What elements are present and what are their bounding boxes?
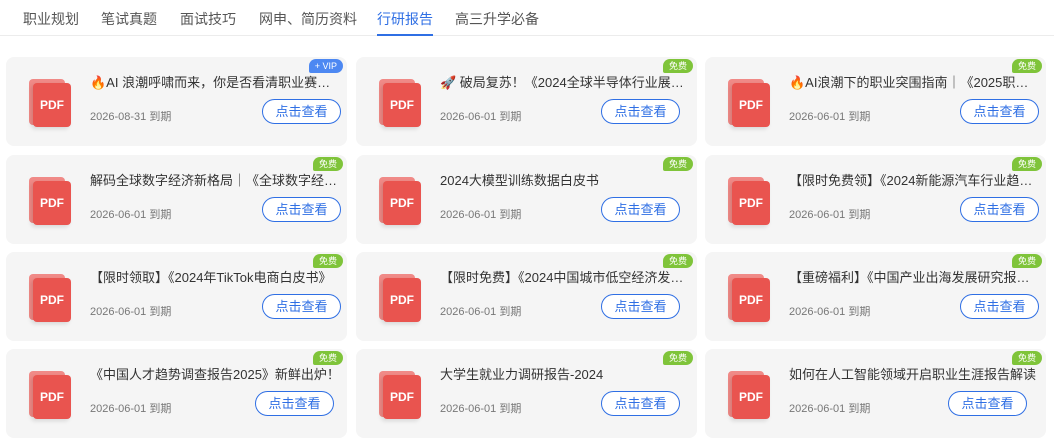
report-card[interactable]: PDF 2024大模型训练数据白皮书 2026-06-01 到期 点击查看 免费 [356, 155, 697, 244]
view-button[interactable]: 点击查看 [960, 294, 1039, 319]
pdf-file-icon: PDF [379, 274, 421, 322]
pdf-label: PDF [33, 83, 71, 127]
expiry-date: 2026-06-01 到期 [440, 209, 522, 221]
report-card[interactable]: PDF 🔥AI浪潮下的职业突围指南｜《2025职业发展报告》 2026-06-01 … [705, 57, 1046, 146]
pdf-label: PDF [33, 278, 71, 322]
report-title: 🚀 破局复苏！《2024全球半导体行业展望》 [440, 75, 690, 90]
free-badge: 免费 [1011, 254, 1042, 268]
report-title: 【限时免费领】《2024新能源汽车行业趋势报告》 [789, 173, 1039, 188]
free-badge: 免费 [662, 59, 693, 73]
pdf-file-icon: PDF [29, 371, 71, 419]
view-button[interactable]: 点击查看 [262, 294, 341, 319]
pdf-file-icon: PDF [29, 274, 71, 322]
free-badge: 免费 [662, 157, 693, 171]
view-button[interactable]: 点击查看 [948, 391, 1027, 416]
report-card[interactable]: PDF 🔥AI 浪潮呼啸而来，你是否看清职业赛道的变化 2026-08-31 到期 点… [6, 57, 347, 146]
expiry-date: 2026-06-01 到期 [789, 306, 871, 318]
expiry-date: 2026-06-01 到期 [90, 306, 172, 318]
report-title: 2024大模型训练数据白皮书 [440, 173, 599, 188]
report-title: 如何在人工智能领域开启职业生涯报告解读 [789, 367, 1037, 382]
report-title: 🔥AI 浪潮呼啸而来，你是否看清职业赛道的变化 [90, 75, 340, 90]
view-button[interactable]: 点击查看 [601, 391, 680, 416]
free-badge: 免费 [312, 157, 343, 171]
report-title: 【限时免费】《2024中国城市低空经济发展报告》 [440, 270, 690, 285]
expiry-date: 2026-06-01 到期 [90, 403, 172, 415]
free-badge: 免费 [1011, 157, 1042, 171]
view-button[interactable]: 点击查看 [601, 197, 680, 222]
report-card[interactable]: PDF 大学生就业力调研报告-2024 2026-06-01 到期 点击查看 免费 [356, 349, 697, 438]
pdf-label: PDF [732, 83, 770, 127]
view-button[interactable]: 点击查看 [255, 391, 334, 416]
report-card[interactable]: PDF 解码全球数字经济新格局｜《全球数字经济白皮书》 2026-06-01 到期 点… [6, 155, 347, 244]
expiry-date: 2026-06-01 到期 [90, 209, 172, 221]
report-card[interactable]: PDF 如何在人工智能领域开启职业生涯报告解读 2026-06-01 到期 点击查看 免… [705, 349, 1046, 438]
pdf-label: PDF [383, 375, 421, 419]
expiry-date: 2026-06-01 到期 [440, 111, 522, 123]
report-title: 《中国人才趋势调查报告2025》新鲜出炉！ [90, 367, 340, 382]
report-card[interactable]: PDF 【重磅福利】《中国产业出海发展研究报告》 2026-06-01 到期 点击查看… [705, 252, 1046, 341]
free-badge: 免费 [1011, 59, 1042, 73]
pdf-file-icon: PDF [29, 177, 71, 225]
pdf-file-icon: PDF [728, 177, 770, 225]
free-badge: 免费 [1011, 351, 1042, 365]
pdf-label: PDF [383, 278, 421, 322]
view-button[interactable]: 点击查看 [960, 197, 1039, 222]
view-button[interactable]: 点击查看 [262, 197, 341, 222]
pdf-file-icon: PDF [379, 79, 421, 127]
report-title: 解码全球数字经济新格局｜《全球数字经济白皮书》 [90, 173, 340, 188]
pdf-file-icon: PDF [29, 79, 71, 127]
report-title: 大学生就业力调研报告-2024 [440, 367, 604, 382]
view-button[interactable]: 点击查看 [601, 294, 680, 319]
report-title: 【重磅福利】《中国产业出海发展研究报告》 [789, 270, 1039, 285]
pdf-file-icon: PDF [728, 79, 770, 127]
report-card[interactable]: PDF 【限时免费】《2024中国城市低空经济发展报告》 2026-06-01 到期… [356, 252, 697, 341]
report-card[interactable]: PDF 【限时免费领】《2024新能源汽车行业趋势报告》 2026-06-01 到期… [705, 155, 1046, 244]
free-badge: 免费 [312, 351, 343, 365]
report-title: 【限时领取】《2024年TikTok电商白皮书》 [90, 270, 332, 285]
view-button[interactable]: 点击查看 [262, 99, 341, 124]
pdf-label: PDF [732, 375, 770, 419]
report-card[interactable]: PDF 【限时领取】《2024年TikTok电商白皮书》 2026-06-01 到期… [6, 252, 347, 341]
view-button[interactable]: 点击查看 [960, 99, 1039, 124]
expiry-date: 2026-06-01 到期 [789, 111, 871, 123]
expiry-date: 2026-08-31 到期 [90, 111, 172, 123]
expiry-date: 2026-06-01 到期 [440, 306, 522, 318]
pdf-label: PDF [33, 181, 71, 225]
report-card[interactable]: PDF 🚀 破局复苏！《2024全球半导体行业展望》 2026-06-01 到期 点击… [356, 57, 697, 146]
vip-badge: + VIP [308, 59, 343, 73]
view-button[interactable]: 点击查看 [601, 99, 680, 124]
expiry-date: 2026-06-01 到期 [440, 403, 522, 415]
pdf-file-icon: PDF [379, 177, 421, 225]
pdf-file-icon: PDF [728, 274, 770, 322]
pdf-label: PDF [33, 375, 71, 419]
pdf-label: PDF [383, 181, 421, 225]
expiry-date: 2026-06-01 到期 [789, 209, 871, 221]
report-card[interactable]: PDF 《中国人才趋势调查报告2025》新鲜出炉！ 2026-06-01 到期 点击查… [6, 349, 347, 438]
expiry-date: 2026-06-01 到期 [789, 403, 871, 415]
free-badge: 免费 [312, 254, 343, 268]
report-grid: PDF🔥AI 浪潮呼啸而来，你是否看清职业赛道的变化2026-08-31 到期点… [0, 0, 1054, 444]
pdf-label: PDF [732, 278, 770, 322]
pdf-label: PDF [732, 181, 770, 225]
report-title: 🔥AI浪潮下的职业突围指南｜《2025职业发展报告》 [789, 75, 1039, 90]
pdf-file-icon: PDF [379, 371, 421, 419]
free-badge: 免费 [662, 254, 693, 268]
pdf-file-icon: PDF [728, 371, 770, 419]
free-badge: 免费 [662, 351, 693, 365]
pdf-label: PDF [383, 83, 421, 127]
